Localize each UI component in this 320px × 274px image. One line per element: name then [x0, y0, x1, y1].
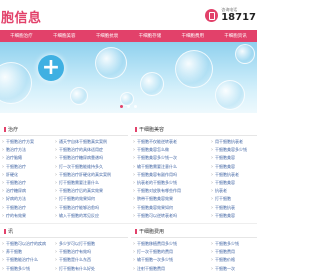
list-item[interactable]: 好病的方法: [2, 195, 52, 203]
list-item[interactable]: 干细胞美容多少钱一次: [133, 154, 209, 162]
cost-section: 干细胞费用 干细胞移植费用多少钱 打一次干细胞的费用 输干细胞一次多少钱 注射干…: [131, 226, 257, 274]
site-header: 胞信息 咨询电话 18717: [0, 0, 257, 30]
list-item[interactable]: 干细胞能治疗什么: [2, 256, 54, 264]
news-col-1: 干细胞可以治疗的疾病 养干细胞 干细胞能治疗什么 干细胞多少钱: [2, 240, 54, 273]
list-item[interactable]: 干细胞美容怎么做: [133, 146, 209, 154]
carousel-dot[interactable]: [127, 105, 130, 108]
list-item[interactable]: 治疗脑瘫: [2, 154, 52, 162]
list-item[interactable]: 干细胞价格: [211, 256, 257, 264]
list-item[interactable]: 多少岁可以打干细胞: [55, 240, 127, 248]
nav-item-beauty[interactable]: 干细胞美容: [43, 33, 86, 39]
therapy-section: 治疗 干细胞治疗方案 胞治疗方法 治疗脑瘫 干细胞治疗 肝硬化 干细胞治疗 治疗…: [0, 124, 128, 220]
list-item[interactable]: 干细胞费用: [211, 248, 257, 256]
beauty-col-1: 干细胞不仅能逆转衰老 干细胞美容怎么做 干细胞美容多少钱一次 输干细胞需要注意什…: [133, 138, 209, 220]
list-item[interactable]: 干细胞治疗糖尿病靠谱吗: [55, 154, 127, 162]
list-item[interactable]: 输入干细胞的常见反应: [55, 212, 127, 220]
list-item[interactable]: 通天宇自体干细胞真实案例: [55, 138, 127, 146]
list-item[interactable]: 干细胞美容: [211, 212, 257, 220]
cell-bubble: [95, 47, 127, 79]
cell-bubble: [140, 72, 164, 96]
list-item[interactable]: 抗衰老的干细胞多少钱: [133, 179, 209, 187]
list-item[interactable]: 打干细胞: [211, 195, 257, 203]
list-item[interactable]: 干细胞抗衰老: [211, 171, 257, 179]
list-item[interactable]: 干细胞可以逆转衰老吗: [133, 212, 209, 220]
list-item[interactable]: 干细胞美容: [211, 163, 257, 171]
list-item[interactable]: 干细胞治疗: [2, 163, 52, 171]
list-item[interactable]: 干细胞一次: [211, 265, 257, 273]
list-item[interactable]: 干细胞治疗: [2, 204, 52, 212]
list-item[interactable]: 注射干细胞费用: [133, 265, 209, 273]
list-item[interactable]: 输干细胞一次多少钱: [133, 256, 209, 264]
section-title: 干细胞美容: [135, 126, 164, 133]
main-nav: 干细胞治疗 干细胞美容 干细胞抗衰 干细胞存储 干细胞费用 干细胞资讯: [0, 30, 257, 42]
list-item[interactable]: 干细胞美容: [211, 179, 257, 187]
cell-bubble: [120, 92, 134, 106]
list-item[interactable]: 干细胞治疗: [2, 179, 52, 187]
list-item[interactable]: 干细胞美容效果如何: [133, 204, 209, 212]
list-item[interactable]: 治疗糖尿病: [2, 187, 52, 195]
list-item[interactable]: 输干细胞需要注意什么: [133, 163, 209, 171]
list-item[interactable]: 干细胞多少钱: [211, 240, 257, 248]
site-logo[interactable]: 胞信息: [1, 7, 42, 26]
list-item[interactable]: 胞治疗方法: [2, 146, 52, 154]
carousel-dots: [0, 105, 257, 108]
list-item[interactable]: 干细胞美容多少钱: [211, 146, 257, 154]
list-item[interactable]: 干细胞移植费用多少钱: [133, 240, 209, 248]
news-col-2: 多少岁可以打干细胞 干细胞治疗有效吗 干细胞是什么东西 打干细胞有什么好处: [55, 240, 127, 273]
list-item[interactable]: 抗衰老: [211, 187, 257, 195]
list-item[interactable]: 打干细胞的效果如何: [55, 195, 127, 203]
nav-item-antiaging[interactable]: 干细胞抗衰: [86, 33, 129, 39]
list-item[interactable]: 干细胞治疗后的真实效果: [55, 187, 127, 195]
list-item[interactable]: 干细胞治疗肝硬化的真实案例: [55, 171, 127, 179]
section-title: 治疗: [4, 126, 18, 133]
list-item[interactable]: 打一次干细胞的费用: [133, 248, 209, 256]
list-item[interactable]: 肝硬化: [2, 171, 52, 179]
section-title: 干细胞费用: [135, 228, 164, 235]
list-item[interactable]: 干细胞是什么东西: [55, 256, 127, 264]
list-item[interactable]: 干细胞不仅能逆转衰老: [133, 138, 209, 146]
divider: [0, 223, 257, 224]
nav-item-news[interactable]: 干细胞资讯: [214, 33, 257, 39]
beauty-col-2: 用干细胞抗衰老 干细胞美容多少钱 干细胞美容 干细胞美容 干细胞抗衰老 干细胞美…: [211, 138, 257, 220]
list-item[interactable]: 打一次干细胞能维持多久: [55, 163, 127, 171]
list-item[interactable]: 用干细胞抗衰老: [211, 138, 257, 146]
carousel-dot[interactable]: [134, 105, 137, 108]
list-item[interactable]: 干细胞治疗能够治愈吗: [55, 204, 127, 212]
list-item[interactable]: 打干细胞有什么好处: [55, 265, 127, 273]
cell-bubble: [0, 62, 32, 104]
list-item[interactable]: 脐带干细胞美容效果: [133, 195, 209, 203]
list-item[interactable]: 干细胞治疗有效吗: [55, 248, 127, 256]
cost-col-1: 干细胞移植费用多少钱 打一次干细胞的费用 输干细胞一次多少钱 注射干细胞费用: [133, 240, 209, 273]
list-item[interactable]: 养干细胞: [2, 248, 54, 256]
beauty-section: 干细胞美容 干细胞不仅能逆转衰老 干细胞美容怎么做 干细胞美容多少钱一次 输干细…: [131, 124, 257, 220]
list-item[interactable]: 干细胞美容有副作用吗: [133, 171, 209, 179]
list-item[interactable]: 疗的有效果: [2, 212, 52, 220]
nav-item-therapy[interactable]: 干细胞治疗: [0, 33, 43, 39]
list-item[interactable]: 干细胞治疗方案: [2, 138, 52, 146]
nav-item-cost[interactable]: 干细胞费用: [171, 33, 214, 39]
cell-bubble: [235, 44, 255, 64]
list-item[interactable]: 干细胞治疗的具体适用症: [55, 146, 127, 154]
cell-bubble: [70, 87, 88, 105]
section-title: 讯: [4, 228, 13, 235]
therapy-col-1: 干细胞治疗方案 胞治疗方法 治疗脑瘫 干细胞治疗 肝硬化 干细胞治疗 治疗糖尿病…: [2, 138, 52, 220]
therapy-col-2: 通天宇自体干细胞真实案例 干细胞治疗的具体适用症 干细胞治疗糖尿病靠谱吗 打一次…: [55, 138, 127, 220]
phone-caption: 咨询电话: [221, 6, 238, 12]
cell-bubble: [175, 50, 213, 88]
list-item[interactable]: 打干细胞需要注意什么: [55, 179, 127, 187]
list-item[interactable]: 干细胞多少钱: [2, 265, 54, 273]
list-item[interactable]: 干细胞对皮肤有哪些作用: [133, 187, 209, 195]
nav-item-storage[interactable]: 干细胞存储: [128, 33, 171, 39]
plus-icon: +: [38, 55, 64, 81]
list-item[interactable]: 干细胞可以治疗的疾病: [2, 240, 54, 248]
hero-banner[interactable]: +: [0, 42, 257, 113]
list-item[interactable]: 干细胞抗衰: [211, 204, 257, 212]
carousel-dot[interactable]: [120, 105, 123, 108]
phone-number[interactable]: 18717: [221, 12, 256, 23]
list-item[interactable]: 干细胞美容: [211, 154, 257, 162]
cost-col-2: 干细胞多少钱 干细胞费用 干细胞价格 干细胞一次: [211, 240, 257, 273]
news-section: 讯 干细胞可以治疗的疾病 养干细胞 干细胞能治疗什么 干细胞多少钱 多少岁可以打…: [0, 226, 128, 274]
phone-icon: [205, 8, 219, 22]
phone-contact: 咨询电话 18717: [205, 6, 256, 24]
